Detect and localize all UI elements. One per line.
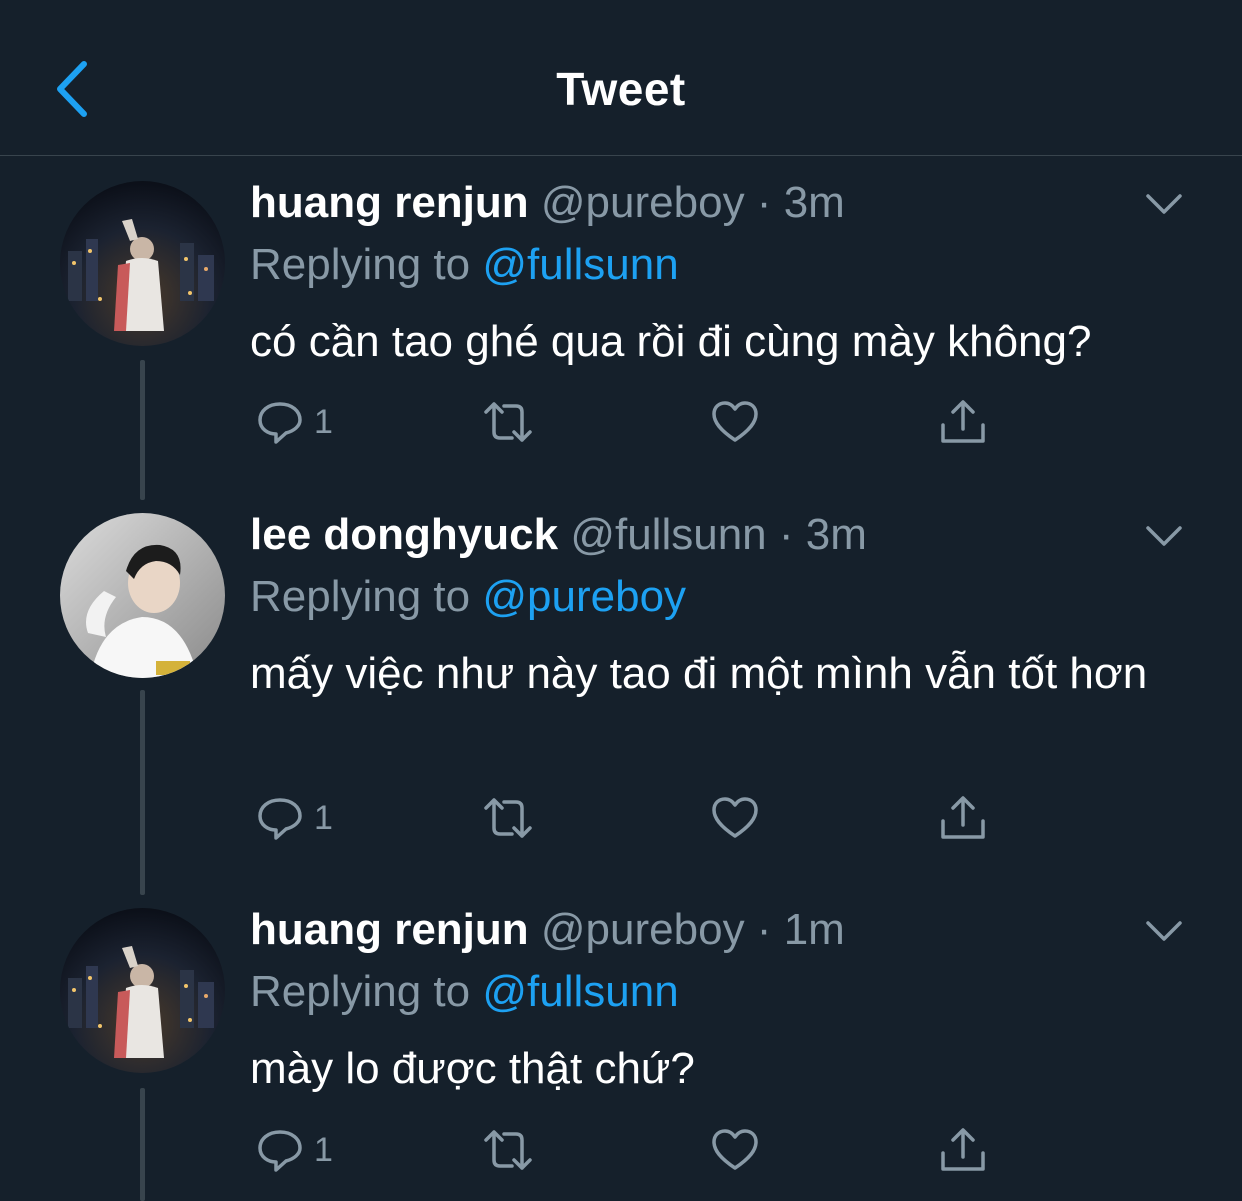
retweet-button[interactable] xyxy=(480,788,536,848)
reply-icon xyxy=(258,402,302,444)
reply-icon xyxy=(258,1130,302,1172)
tweet-header: huang renjun @pureboy · 3m xyxy=(250,176,845,230)
share-button[interactable] xyxy=(938,1120,988,1180)
tweet-header: lee donghyuck @fullsunn · 3m xyxy=(250,508,867,562)
like-button[interactable] xyxy=(710,392,760,452)
replying-to-label: Replying to xyxy=(250,240,471,289)
replying-to-line: Replying to @fullsunn xyxy=(250,965,679,1019)
chevron-down-icon xyxy=(1146,921,1182,941)
display-name[interactable]: lee donghyuck xyxy=(250,510,558,559)
tweet-actions: 1 xyxy=(250,788,1050,848)
user-handle[interactable]: @fullsunn xyxy=(570,510,766,559)
reply-button[interactable]: 1 xyxy=(256,788,333,848)
user-handle[interactable]: @pureboy xyxy=(541,905,745,954)
avatar[interactable] xyxy=(60,181,225,346)
display-name[interactable]: huang renjun xyxy=(250,905,529,954)
replying-to-label: Replying to xyxy=(250,572,471,621)
share-button[interactable] xyxy=(938,392,988,452)
replying-to-line: Replying to @pureboy xyxy=(250,570,686,624)
reply-count: 1 xyxy=(314,1130,333,1169)
chevron-down-icon xyxy=(1146,194,1182,214)
reply-mention-link[interactable]: @pureboy xyxy=(482,572,686,621)
separator-dot: · xyxy=(756,178,772,227)
tweet-text: mày lo được thật chứ? xyxy=(250,1044,695,1093)
tweet-options-button[interactable] xyxy=(1140,516,1188,556)
tweet-actions: 1 xyxy=(250,392,1050,452)
retweet-button[interactable] xyxy=(480,1120,536,1180)
replying-to-label: Replying to xyxy=(250,967,471,1016)
reply-icon xyxy=(258,798,302,840)
share-icon xyxy=(941,400,985,443)
thread-connector-line xyxy=(140,1088,145,1201)
timestamp: 3m xyxy=(805,510,867,559)
retweet-button[interactable] xyxy=(480,392,536,452)
tweet-thread-screen: Tweet huang renjun @pureboy · 3m Replyin… xyxy=(0,0,1242,1201)
thread-connector-line xyxy=(140,360,145,500)
heart-icon xyxy=(712,1129,758,1170)
tweet-options-button[interactable] xyxy=(1140,184,1188,224)
tweet-text: có cần tao ghé qua rồi đi cùng mày không… xyxy=(250,317,1092,366)
like-button[interactable] xyxy=(710,1120,760,1180)
replying-to-line: Replying to @fullsunn xyxy=(250,238,679,292)
reply-button[interactable]: 1 xyxy=(256,1120,333,1180)
retweet-icon xyxy=(484,1130,532,1170)
avatar[interactable] xyxy=(60,908,225,1073)
heart-icon xyxy=(712,797,758,838)
like-button[interactable] xyxy=(710,788,760,848)
retweet-icon xyxy=(484,402,532,442)
thread-connector-line xyxy=(140,690,145,895)
separator-dot: · xyxy=(756,905,772,954)
heart-icon xyxy=(712,401,758,442)
share-button[interactable] xyxy=(938,788,988,848)
tweet-options-button[interactable] xyxy=(1140,911,1188,951)
reply-mention-link[interactable]: @fullsunn xyxy=(482,967,678,1016)
reply-button[interactable]: 1 xyxy=(256,392,333,452)
share-icon xyxy=(941,1128,985,1171)
avatar[interactable] xyxy=(60,513,225,678)
chevron-down-icon xyxy=(1146,526,1182,546)
display-name[interactable]: huang renjun xyxy=(250,178,529,227)
timestamp: 3m xyxy=(783,178,845,227)
user-handle[interactable]: @pureboy xyxy=(541,178,745,227)
page-title: Tweet xyxy=(556,63,686,115)
reply-mention-link[interactable]: @fullsunn xyxy=(482,240,678,289)
top-nav-bar: Tweet xyxy=(0,0,1242,156)
share-icon xyxy=(941,796,985,839)
separator-dot: · xyxy=(778,510,794,559)
tweet-actions: 1 xyxy=(250,1120,1050,1180)
tweet-text: mấy việc như này tao đi một mình vẫn tốt… xyxy=(250,649,1148,698)
reply-count: 1 xyxy=(314,402,333,441)
retweet-icon xyxy=(484,798,532,838)
reply-count: 1 xyxy=(314,798,333,837)
tweet-header: huang renjun @pureboy · 1m xyxy=(250,903,845,957)
timestamp: 1m xyxy=(783,905,845,954)
